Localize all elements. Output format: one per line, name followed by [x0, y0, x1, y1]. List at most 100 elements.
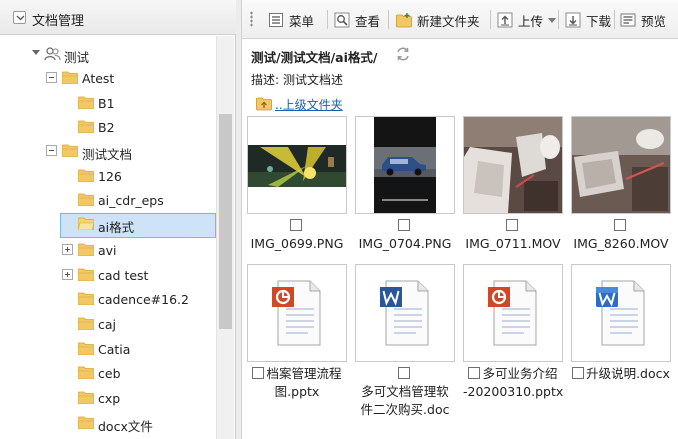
- tree-item-label: Atest: [82, 71, 115, 86]
- upload-icon: [497, 12, 513, 28]
- video-thumbnail[interactable]: [571, 116, 671, 214]
- powerpoint-file-icon: [272, 280, 321, 346]
- tree-item-label: 测试文档: [82, 147, 133, 162]
- file-caption: IMG_0704.PNG: [355, 217, 455, 253]
- document-tree-panel: 文档管理 测试 Atest B1 B2 测试文档 126 ai_cdr_eps …: [0, 0, 236, 439]
- tree-item-b1[interactable]: B1: [0, 91, 216, 115]
- chevron-down-icon: [16, 15, 25, 21]
- toolbar-separator: [614, 10, 615, 29]
- refresh-icon[interactable]: [395, 46, 411, 62]
- collapse-panel-button[interactable]: [13, 11, 26, 24]
- file-type-thumbnail[interactable]: [355, 264, 455, 362]
- tree-item-ceshi[interactable]: 测试: [0, 42, 216, 66]
- tree-item-ceshi-wendang[interactable]: 测试文档: [0, 139, 216, 163]
- tree-scrollbar-thumb[interactable]: [219, 114, 232, 329]
- folder-icon: [78, 342, 94, 355]
- file-caption: 多可文档管理软 件二次购买.doc: [355, 365, 455, 419]
- video-thumbnail[interactable]: [463, 116, 563, 214]
- tree-item-ai-cdr-eps[interactable]: ai_cdr_eps: [0, 188, 216, 212]
- file-select-checkbox[interactable]: [506, 219, 518, 231]
- parent-folder-link[interactable]: ..上级文件夹: [256, 95, 343, 113]
- file-select-checkbox[interactable]: [468, 367, 481, 379]
- toolbar-separator: [327, 10, 328, 29]
- current-path: 测试/测试文档/ai格式/: [251, 50, 378, 65]
- folder-icon: [78, 193, 94, 206]
- file-select-checkbox[interactable]: [572, 367, 585, 379]
- tree-item-atest[interactable]: Atest: [0, 66, 216, 90]
- tree-item-label: ceb: [98, 366, 121, 381]
- image-thumbnail[interactable]: [355, 116, 455, 214]
- toolbar-grip[interactable]: [250, 11, 253, 27]
- folder-icon: [78, 96, 94, 109]
- tree-panel-title: 文档管理: [32, 14, 85, 29]
- word-docx-file-icon: [596, 280, 645, 346]
- game-screenshot-image: [248, 117, 346, 213]
- tree-item-ceb[interactable]: ceb: [0, 361, 216, 385]
- folder-icon: [78, 169, 94, 182]
- folder-icon: [78, 243, 94, 256]
- image-thumbnail[interactable]: [247, 116, 347, 214]
- expand-toggle-icon[interactable]: [62, 244, 73, 255]
- office-video-frame-image: [572, 117, 670, 213]
- file-select-checkbox[interactable]: [252, 367, 265, 379]
- tree-item-docx[interactable]: docx文件: [0, 411, 216, 435]
- tree-item-caj[interactable]: caj: [0, 312, 216, 336]
- preview-icon: [620, 13, 636, 27]
- folder-icon: [78, 317, 94, 330]
- tree-item-cad-test[interactable]: cad test: [0, 263, 216, 287]
- group-users-icon: [44, 47, 61, 61]
- file-name: 档案管理流程: [266, 366, 342, 381]
- file-type-thumbnail[interactable]: [463, 264, 563, 362]
- tree-item-catia[interactable]: Catia: [0, 337, 216, 361]
- new-folder-icon: [396, 13, 412, 28]
- tree-item-label: 126: [98, 169, 122, 184]
- file-caption: IMG_0711.MOV: [463, 217, 563, 253]
- app-window: 文档管理 测试 Atest B1 B2 测试文档 126 ai_cdr_eps …: [0, 0, 678, 439]
- tree-item-ai-format[interactable]: ai格式: [0, 212, 216, 238]
- tree-item-label: 测试: [64, 50, 90, 65]
- tree-item-b2[interactable]: B2: [0, 115, 216, 139]
- file-name: IMG_0699.PNG: [250, 236, 344, 251]
- expanded-arrow-icon[interactable]: [32, 50, 40, 55]
- toolbar-separator: [490, 10, 491, 29]
- upload-button[interactable]: 上传: [497, 9, 557, 31]
- file-type-thumbnail[interactable]: [571, 264, 671, 362]
- tree-item-cadence[interactable]: cadence#16.2: [0, 287, 216, 311]
- new-folder-button[interactable]: 新建文件夹: [396, 9, 480, 31]
- tree-item-label: Catia: [98, 342, 131, 357]
- file-name: 件二次购买.doc: [360, 402, 450, 417]
- file-name: IMG_8260.MOV: [573, 236, 669, 251]
- tree-item-avi[interactable]: avi: [0, 238, 216, 262]
- folder-icon: [78, 416, 94, 429]
- expand-toggle-icon[interactable]: [62, 269, 73, 280]
- tree-item-126[interactable]: 126: [0, 164, 216, 188]
- collapse-toggle-icon[interactable]: [46, 72, 57, 83]
- file-select-checkbox[interactable]: [614, 219, 626, 231]
- folder-tree: 测试 Atest B1 B2 测试文档 126 ai_cdr_eps ai格式 …: [0, 36, 216, 439]
- tree-item-cxp[interactable]: cxp: [0, 386, 216, 410]
- file-select-checkbox[interactable]: [398, 367, 410, 379]
- list-menu-icon: [269, 13, 283, 27]
- dropdown-caret-icon[interactable]: [548, 17, 557, 23]
- tree-item-label: caj: [98, 317, 117, 332]
- file-browser-content: 测试/测试文档/ai格式/ 描述: 测试文档述 ..上级文件夹 IMG_0699…: [242, 40, 678, 439]
- description-label: 描述:: [251, 73, 280, 87]
- tree-scrollbar[interactable]: [216, 36, 234, 439]
- description-value: 测试文档述: [283, 73, 344, 87]
- collapse-toggle-icon[interactable]: [46, 145, 57, 156]
- file-type-thumbnail[interactable]: [247, 264, 347, 362]
- file-select-checkbox[interactable]: [290, 219, 302, 231]
- menu-button[interactable]: 菜单: [268, 9, 314, 31]
- file-name: -20200310.pptx: [463, 384, 564, 399]
- tree-item-label: cadence#16.2: [98, 292, 189, 307]
- download-button[interactable]: 下载: [565, 9, 611, 31]
- file-caption: 升级说明.docx: [571, 365, 671, 383]
- tree-item-label: B2: [98, 120, 115, 135]
- file-select-checkbox[interactable]: [398, 219, 410, 231]
- preview-button[interactable]: 预览: [620, 9, 666, 31]
- folder-icon: [78, 366, 94, 379]
- file-caption: IMG_0699.PNG: [247, 217, 347, 253]
- tree-item-label: avi: [98, 243, 117, 258]
- folder-description: 描述: 测试文档述: [251, 71, 343, 88]
- view-button[interactable]: 查看: [334, 9, 380, 31]
